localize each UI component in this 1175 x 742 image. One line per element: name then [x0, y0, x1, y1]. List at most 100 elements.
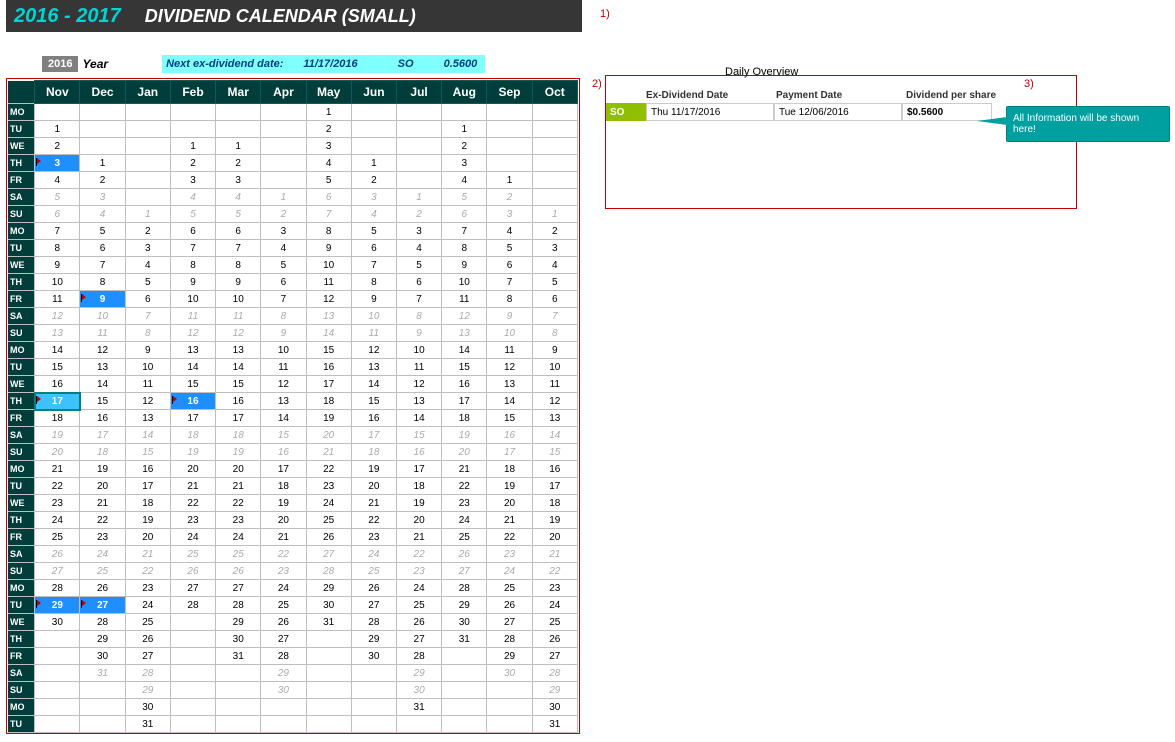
calendar-cell[interactable]: 19: [396, 495, 441, 512]
calendar-cell[interactable]: 30: [487, 665, 532, 682]
calendar-cell[interactable]: 18: [487, 461, 532, 478]
calendar-cell[interactable]: 2: [487, 189, 532, 206]
calendar-cell[interactable]: 4: [487, 223, 532, 240]
calendar-cell[interactable]: 31: [442, 631, 487, 648]
calendar-cell[interactable]: 23: [487, 546, 532, 563]
calendar-cell[interactable]: 30: [396, 682, 441, 699]
calendar-cell[interactable]: 3: [442, 155, 487, 172]
calendar-cell[interactable]: 15: [216, 376, 261, 393]
calendar-cell[interactable]: 15: [442, 359, 487, 376]
calendar-cell[interactable]: 22: [80, 512, 125, 529]
calendar-cell[interactable]: 12: [487, 359, 532, 376]
calendar-cell[interactable]: 2: [396, 206, 441, 223]
calendar-cell[interactable]: 11: [80, 325, 125, 342]
calendar-cell[interactable]: 15: [351, 393, 396, 410]
calendar-cell[interactable]: 5: [396, 257, 441, 274]
calendar-cell[interactable]: 12: [35, 308, 80, 325]
calendar-cell[interactable]: 15: [35, 359, 80, 376]
calendar-cell[interactable]: 20: [35, 444, 80, 461]
calendar-cell[interactable]: 20: [125, 529, 170, 546]
calendar-cell[interactable]: 16: [306, 359, 351, 376]
calendar-cell[interactable]: 2: [216, 155, 261, 172]
calendar-cell[interactable]: 22: [487, 529, 532, 546]
calendar-cell[interactable]: 5: [216, 206, 261, 223]
calendar-cell[interactable]: 9: [125, 342, 170, 359]
calendar-cell[interactable]: 8: [532, 325, 577, 342]
calendar-cell[interactable]: 7: [35, 223, 80, 240]
calendar-cell[interactable]: 19: [216, 444, 261, 461]
calendar-cell[interactable]: 7: [216, 240, 261, 257]
calendar-cell[interactable]: 19: [532, 512, 577, 529]
calendar-cell[interactable]: 27: [35, 563, 80, 580]
calendar-cell[interactable]: 28: [351, 614, 396, 631]
calendar-cell[interactable]: 17: [487, 444, 532, 461]
calendar-cell[interactable]: 25: [35, 529, 80, 546]
calendar-cell[interactable]: 28: [125, 665, 170, 682]
calendar-cell[interactable]: 1: [80, 155, 125, 172]
calendar-cell[interactable]: 18: [532, 495, 577, 512]
calendar-cell[interactable]: 5: [35, 189, 80, 206]
calendar-cell[interactable]: 28: [487, 631, 532, 648]
calendar-cell[interactable]: 8: [35, 240, 80, 257]
calendar-cell[interactable]: 7: [125, 308, 170, 325]
calendar-cell[interactable]: 12: [80, 342, 125, 359]
calendar-cell[interactable]: 11: [125, 376, 170, 393]
calendar-cell[interactable]: 27: [216, 580, 261, 597]
calendar-cell[interactable]: 18: [170, 427, 215, 444]
calendar-cell[interactable]: 2: [351, 172, 396, 189]
calendar-cell[interactable]: 9: [216, 274, 261, 291]
calendar-cell[interactable]: 2: [306, 121, 351, 138]
calendar-cell[interactable]: 22: [170, 495, 215, 512]
calendar-cell[interactable]: 23: [396, 563, 441, 580]
calendar-cell[interactable]: 1: [170, 138, 215, 155]
calendar-cell[interactable]: 11: [170, 308, 215, 325]
calendar-cell[interactable]: 22: [442, 478, 487, 495]
calendar-cell[interactable]: 10: [80, 308, 125, 325]
calendar-cell[interactable]: 13: [532, 410, 577, 427]
calendar-cell[interactable]: 16: [487, 427, 532, 444]
calendar-cell[interactable]: 25: [170, 546, 215, 563]
calendar-cell[interactable]: 14: [306, 325, 351, 342]
calendar-cell[interactable]: 26: [35, 546, 80, 563]
calendar-cell[interactable]: 13: [125, 410, 170, 427]
calendar-cell[interactable]: 17: [80, 427, 125, 444]
calendar-cell[interactable]: 17: [125, 478, 170, 495]
calendar-cell[interactable]: 29: [351, 631, 396, 648]
calendar-cell[interactable]: 24: [351, 546, 396, 563]
calendar-cell[interactable]: 9: [396, 325, 441, 342]
calendar-cell[interactable]: 9: [532, 342, 577, 359]
calendar-cell[interactable]: 18: [261, 478, 306, 495]
calendar-cell[interactable]: 7: [261, 291, 306, 308]
calendar-cell[interactable]: 12: [170, 325, 215, 342]
calendar-cell[interactable]: 29: [442, 597, 487, 614]
calendar-cell[interactable]: 24: [125, 597, 170, 614]
calendar-cell[interactable]: 1: [532, 206, 577, 223]
calendar-cell[interactable]: 21: [306, 444, 351, 461]
calendar-cell[interactable]: 18: [216, 427, 261, 444]
calendar-cell[interactable]: 25: [532, 614, 577, 631]
calendar-cell[interactable]: 17: [442, 393, 487, 410]
calendar-cell[interactable]: 3: [80, 189, 125, 206]
calendar-cell[interactable]: 29: [80, 631, 125, 648]
calendar-cell[interactable]: 12: [261, 376, 306, 393]
calendar-cell[interactable]: 30: [80, 648, 125, 665]
calendar-cell[interactable]: 31: [125, 716, 170, 733]
calendar-cell[interactable]: 6: [351, 240, 396, 257]
calendar-cell[interactable]: 14: [532, 427, 577, 444]
calendar-cell[interactable]: 6: [80, 240, 125, 257]
calendar-cell[interactable]: 25: [125, 614, 170, 631]
calendar-cell[interactable]: 7: [396, 291, 441, 308]
calendar-cell[interactable]: 20: [216, 461, 261, 478]
calendar-cell[interactable]: 15: [125, 444, 170, 461]
calendar-cell[interactable]: 2: [532, 223, 577, 240]
calendar-cell[interactable]: 9: [442, 257, 487, 274]
calendar-cell[interactable]: 30: [125, 699, 170, 716]
calendar-cell[interactable]: 13: [261, 393, 306, 410]
calendar-cell[interactable]: 25: [261, 597, 306, 614]
calendar-cell[interactable]: 28: [216, 597, 261, 614]
calendar-cell[interactable]: 16: [35, 376, 80, 393]
calendar-cell[interactable]: 11: [487, 342, 532, 359]
calendar-cell[interactable]: 7: [487, 274, 532, 291]
calendar-cell[interactable]: 21: [261, 529, 306, 546]
calendar-cell[interactable]: 2: [125, 223, 170, 240]
